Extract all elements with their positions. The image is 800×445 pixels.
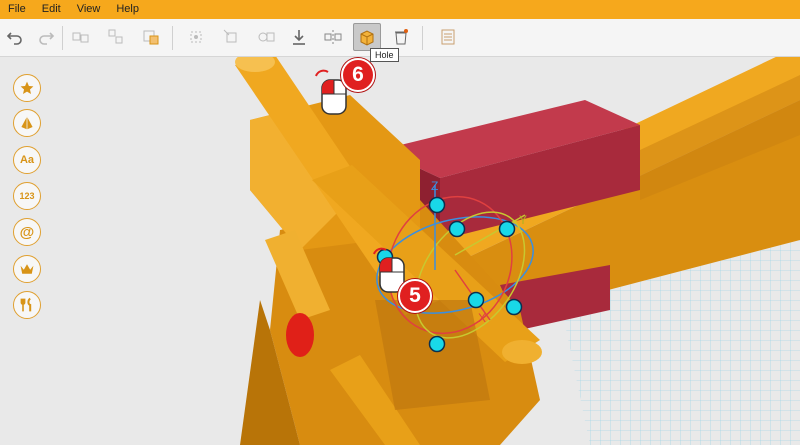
- toolbar-separator: [62, 26, 63, 50]
- rod-main-cap: [502, 340, 542, 364]
- delete-icon: [395, 29, 408, 45]
- star-icon: [20, 81, 34, 94]
- numbers-button[interactable]: 123: [13, 182, 41, 210]
- gizmo-handle[interactable]: [428, 335, 446, 353]
- red-knob: [286, 313, 314, 357]
- mirror-icon: [324, 30, 342, 44]
- menu-bar: File Edit View Help: [0, 0, 800, 19]
- boolean-icon: [143, 30, 159, 45]
- menu-view[interactable]: View: [69, 0, 109, 19]
- ungroup-icon: [108, 29, 123, 44]
- scene: Z Y X: [235, 57, 800, 445]
- align-button[interactable]: [183, 24, 209, 50]
- menu-edit[interactable]: Edit: [34, 0, 69, 19]
- text-label: Aa: [19, 154, 35, 166]
- crown-icon: [20, 264, 34, 274]
- notes-icon: [441, 29, 455, 45]
- gizmo-handle[interactable]: [505, 298, 523, 316]
- premium-button[interactable]: [13, 255, 41, 283]
- axis-x-label: X: [478, 311, 486, 325]
- scale-icon: [223, 29, 237, 43]
- hatch-region: [375, 300, 490, 410]
- favorites-button[interactable]: [13, 74, 41, 102]
- text-button[interactable]: Aa: [13, 146, 41, 174]
- step-callout-5: 5: [398, 279, 432, 313]
- undo-icon: [6, 32, 22, 45]
- toolbar-separator: [172, 26, 173, 50]
- hole-tooltip: Hole: [370, 48, 399, 62]
- redo-button[interactable]: [33, 24, 59, 50]
- shapes-icon: [21, 116, 33, 130]
- align-icon: [190, 31, 202, 43]
- 3d-viewport[interactable]: Z Y X Aa 123 @ 6 5: [0, 57, 800, 445]
- duplicate-button[interactable]: [253, 24, 279, 50]
- gizmo-handle[interactable]: [448, 220, 466, 238]
- undo-button[interactable]: [2, 24, 28, 50]
- menu-help[interactable]: Help: [108, 0, 147, 19]
- gizmo-handle[interactable]: [467, 291, 485, 309]
- numbers-label: 123: [19, 191, 35, 201]
- boolean-button[interactable]: [138, 24, 164, 50]
- tools-button[interactable]: [13, 291, 41, 319]
- toolbar: [0, 19, 800, 57]
- group-icon: [72, 32, 89, 43]
- toolbar-separator: [422, 26, 423, 50]
- symbols-label: @: [19, 223, 35, 241]
- duplicate-icon: [258, 32, 275, 42]
- hole-button[interactable]: [353, 23, 381, 51]
- notes-button[interactable]: [435, 24, 461, 50]
- shapes-button[interactable]: [13, 109, 41, 137]
- drop-to-floor-icon: [293, 30, 305, 45]
- gizmo-handle[interactable]: [428, 196, 446, 214]
- drop-to-floor-button[interactable]: [286, 24, 312, 50]
- symbols-button[interactable]: @: [13, 218, 41, 246]
- step-callout-6: 6: [341, 58, 375, 92]
- menu-file[interactable]: File: [0, 0, 34, 19]
- axis-z-label: Z: [431, 179, 438, 193]
- axis-y-label: Y: [519, 213, 527, 227]
- redo-icon: [39, 32, 55, 45]
- ungroup-button[interactable]: [103, 24, 129, 50]
- tools-icon: [20, 297, 32, 312]
- delete-button[interactable]: [388, 24, 414, 50]
- group-button[interactable]: [68, 24, 94, 50]
- hole-icon: [360, 30, 374, 46]
- scale-button[interactable]: [218, 24, 244, 50]
- mirror-button[interactable]: [320, 24, 346, 50]
- gizmo-handle[interactable]: [498, 220, 516, 238]
